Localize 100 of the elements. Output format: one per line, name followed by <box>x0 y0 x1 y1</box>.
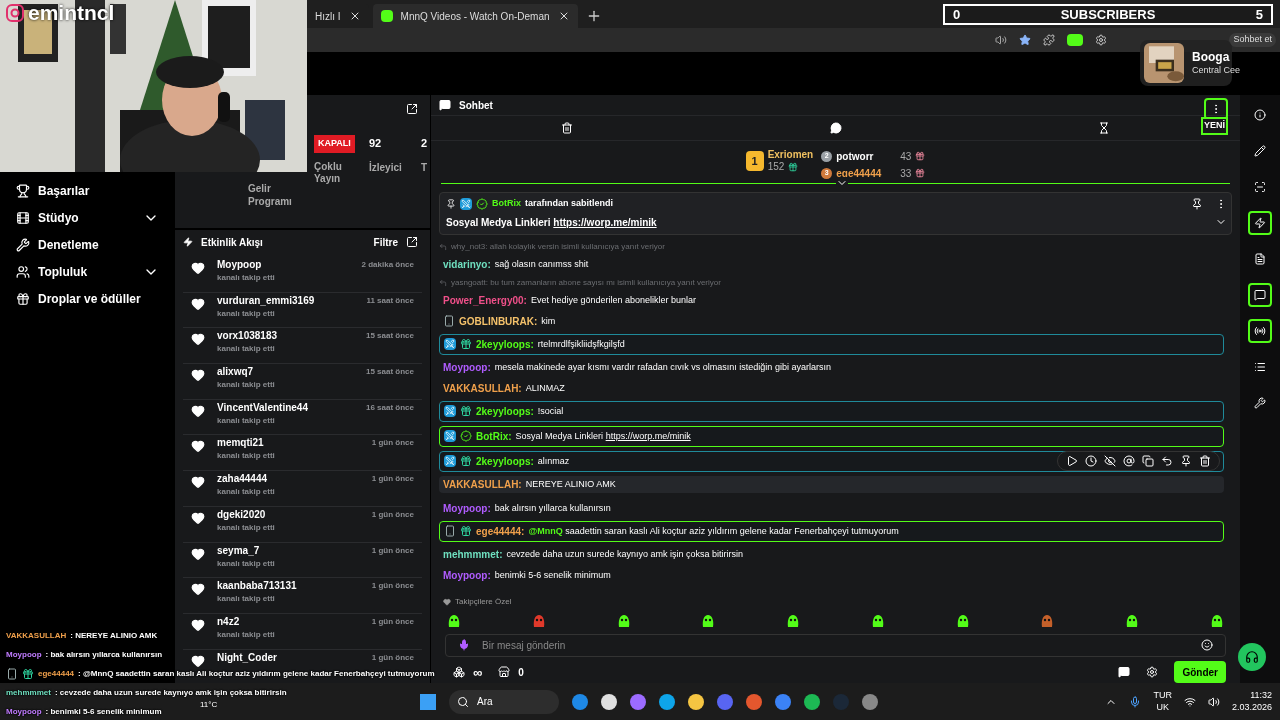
heart-icon <box>191 403 205 418</box>
emote-icon[interactable] <box>955 613 970 628</box>
message-action-icon[interactable] <box>1199 454 1211 467</box>
app-icon[interactable] <box>804 693 820 710</box>
message-action-icon[interactable] <box>1123 454 1135 467</box>
heart-icon <box>191 332 205 347</box>
rank-badge: 1 <box>745 151 764 172</box>
chat-message[interactable]: mehmmmet: cevzede daha uzun surede kaynıyo amk işin çoksa bitirirsin <box>439 545 1224 563</box>
leader-name: ege44444 <box>836 166 883 181</box>
store-icon[interactable] <box>498 666 511 678</box>
activity-text: kanalı takip etti <box>217 450 275 463</box>
chat-message[interactable]: Moypoop: mesela makinede ayar kısmı vardır rafadan cıvık vs olmasını istediğin gibi ayarlarsın <box>439 358 1224 376</box>
chat-message[interactable]: GOBLINBURAK: kim <box>439 312 1224 330</box>
overlay-message: : @MnnQ saadettin saran kaslı Ali koçtur aziz yıldırım gelene kadar Fenerbahçeyi tutmuyorum <box>78 668 435 680</box>
sidebar-icon <box>16 184 30 198</box>
chat-message[interactable]: VAKKASULLAH: NEREYE ALINIO AMK <box>439 475 1224 493</box>
mic-icon[interactable] <box>458 639 470 652</box>
trash-icon[interactable] <box>561 122 573 135</box>
link[interactable]: https://worp.me/minik <box>553 216 657 228</box>
copilot-button[interactable]: Sohbet et <box>1229 33 1276 47</box>
leader-name: Exriomen <box>767 148 814 162</box>
emote-icon[interactable] <box>616 613 631 628</box>
volume-icon[interactable] <box>1207 695 1220 708</box>
message-action-icon[interactable] <box>1161 454 1173 467</box>
app-icon[interactable] <box>659 693 675 710</box>
browser-tab[interactable]: MnnQ Videos - Watch On-Deman <box>372 4 578 28</box>
pinned-text: Sosyal Medya Linkleri https://worp.me/minik <box>446 215 657 230</box>
chat-bubble-icon[interactable] <box>829 122 842 135</box>
chat-message[interactable]: 2keyyloops: rtelmrdlfşikliidşfkgilşfd <box>439 333 1224 355</box>
app-icon[interactable] <box>688 693 704 710</box>
gift-icon <box>915 151 926 162</box>
expand-icon[interactable] <box>406 236 418 248</box>
mic-icon[interactable] <box>1129 695 1142 708</box>
sword-icon <box>444 430 456 443</box>
rail-icon <box>1254 181 1266 193</box>
chat-message[interactable]: Moypoop: bak alırsın yıllarca kullanırsın <box>439 499 1224 517</box>
chat-message[interactable]: ege44444: @MnnQ saadettin saran kaslı Ali koçtur aziz yıldırım gelene kadar Fenerbahçeyi tutmuyorum <box>439 520 1224 542</box>
layout-text: UK <box>1156 701 1169 713</box>
message-action-icon[interactable] <box>1142 454 1154 467</box>
sidebar-item[interactable]: Droplar ve ödüller <box>16 289 159 309</box>
hourglass-icon[interactable] <box>1098 122 1110 135</box>
store-count: 0 <box>518 665 524 680</box>
sidebar-item[interactable]: Denetleme <box>16 235 159 255</box>
chat-icon[interactable] <box>1118 666 1131 678</box>
support-button[interactable] <box>1238 643 1266 671</box>
chat-message[interactable]: Moypoop: benimki 5-6 senelik minimum <box>439 566 1224 584</box>
message-text: kim <box>541 314 556 328</box>
activity-text: kanalı takip etti <box>217 593 276 606</box>
star-icon[interactable] <box>1019 34 1032 46</box>
clock-date: 2.03.2026 <box>1231 701 1272 713</box>
sidebar-item[interactable]: Başarılar <box>16 181 159 201</box>
rail-button[interactable] <box>1248 319 1272 343</box>
emote-icon[interactable] <box>447 613 461 628</box>
message-action-icon[interactable] <box>1085 454 1097 467</box>
message-text: @MnnQ saadettin saran kaslı Ali koçtur aziz yıldırım gelene kadar Fenerbahçeyi tutmuyorum <box>528 524 899 538</box>
sidebar-item[interactable]: Stüdyo <box>16 208 159 228</box>
message-field[interactable]: Bir mesaj gönderin <box>482 637 1189 653</box>
filter-button[interactable]: Filtre <box>373 234 398 250</box>
emoji-icon[interactable] <box>1201 639 1213 652</box>
expand-icon[interactable] <box>406 103 418 115</box>
phone-icon <box>444 525 456 538</box>
emote-icon[interactable] <box>786 613 801 628</box>
chat-message[interactable]: VAKKASULLAH: ALINMAZ <box>439 379 1224 397</box>
chat-message[interactable]: vidarinyo: sağ olasın canımss shit <box>439 255 1224 273</box>
link[interactable]: https://worp.me/minik <box>605 430 691 441</box>
emote-icon[interactable] <box>701 613 716 628</box>
settings-icon[interactable] <box>1146 666 1159 678</box>
sidebar-icon <box>16 211 30 225</box>
sword-icon <box>444 455 456 468</box>
network-icon[interactable] <box>1183 695 1196 708</box>
gift-icon <box>788 162 799 173</box>
message-input[interactable]: Bir mesaj gönderin <box>445 633 1226 657</box>
emote-icon[interactable] <box>1209 613 1224 628</box>
start-icon[interactable] <box>420 693 436 710</box>
message-action-icon[interactable] <box>1066 454 1078 467</box>
overlay-username: Moypoop <box>6 706 42 718</box>
follower-name: dgeki2020 <box>217 507 267 522</box>
rail-button[interactable] <box>1248 211 1272 235</box>
sidebar-icon <box>16 292 30 306</box>
sidebar-icon <box>16 265 30 279</box>
app-icon[interactable] <box>601 693 617 710</box>
chat-message[interactable]: BotRix: Sosyal Medya Linkleri https://worp.me/minik <box>439 425 1224 447</box>
follower-name: Moypoop <box>217 258 263 272</box>
chat-message[interactable]: Power_Energy00: Evet hediye gönderilen abonelikler bunlar <box>439 291 1224 309</box>
emote-icon[interactable] <box>1125 613 1140 628</box>
emote-icon[interactable] <box>870 613 885 628</box>
heart-icon <box>191 582 205 597</box>
message-action-icon[interactable] <box>1180 454 1192 467</box>
sidebar-item[interactable]: Topluluk <box>16 262 159 282</box>
send-button[interactable]: Gönder <box>1174 661 1226 683</box>
chat-message[interactable]: 2keyyloops: !social <box>439 400 1224 422</box>
message-text: sağ olasın canımss shit <box>494 257 589 271</box>
gift-icon <box>460 525 472 538</box>
message-action-icon[interactable] <box>1104 454 1116 467</box>
reply-text: yasngoatt: bu tum zamanların abone sayısı mı isimli kullanıcıya yanıt veriyor <box>451 276 721 289</box>
rail-button[interactable] <box>1248 283 1272 307</box>
activity-time: 2 dakika önce <box>361 259 414 271</box>
search-box[interactable]: Ara <box>449 689 559 714</box>
sword-icon <box>444 338 456 351</box>
pin-icon[interactable] <box>1191 198 1203 211</box>
